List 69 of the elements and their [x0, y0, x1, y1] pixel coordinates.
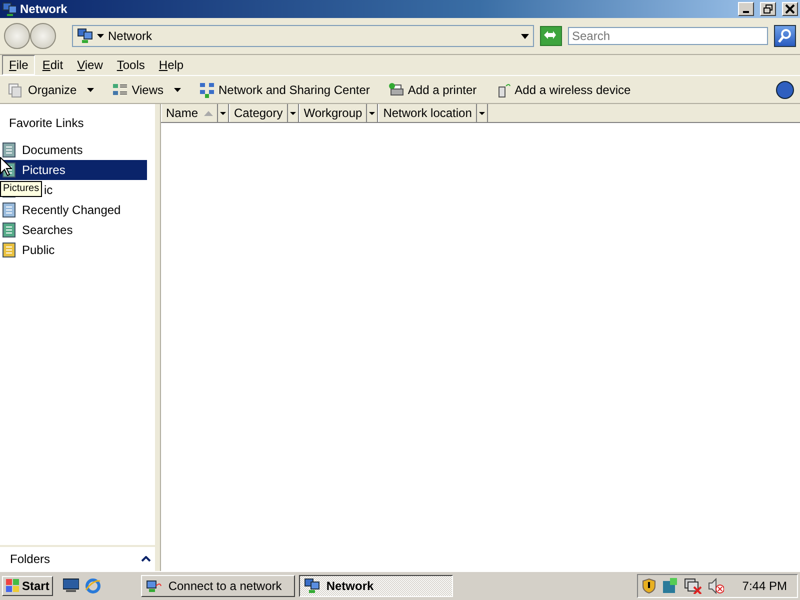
- shield-icon: [642, 578, 656, 594]
- nav-link[interactable]: Public: [0, 240, 147, 260]
- caret-icon: [174, 88, 180, 92]
- column-header[interactable]: Network location: [378, 104, 477, 122]
- caret-icon: [478, 112, 485, 114]
- network-icon: [304, 578, 320, 594]
- forward-button[interactable]: [30, 23, 56, 49]
- chevron-up-icon: [141, 556, 151, 562]
- search-field[interactable]: Search: [568, 27, 768, 45]
- toolbar-button[interactable]: Views: [110, 80, 182, 100]
- nav-link[interactable]: Searches: [0, 220, 147, 240]
- nav-link[interactable]: Documents: [0, 140, 147, 160]
- toolbar-button[interactable]: Add a printer: [386, 80, 479, 100]
- restore-button[interactable]: [760, 2, 776, 16]
- menu-item[interactable]: Tools: [110, 55, 152, 75]
- menu-item[interactable]: Help: [152, 55, 191, 75]
- caret-icon: [521, 34, 529, 38]
- column-header[interactable]: Workgroup: [298, 104, 368, 122]
- taskbar-button[interactable]: Connect to a network: [141, 575, 296, 597]
- menu-item[interactable]: File: [2, 55, 36, 75]
- column-filter-button[interactable]: [218, 104, 230, 122]
- nav-link[interactable]: Pictures: [0, 160, 147, 180]
- menu-item[interactable]: Edit: [35, 55, 70, 75]
- close-icon: [785, 4, 795, 14]
- volume-muted-icon: [708, 578, 724, 594]
- column-filter-button[interactable]: [288, 104, 299, 122]
- nav-link[interactable]: Recently Changed: [0, 200, 147, 220]
- views-icon: [112, 82, 128, 98]
- caret-icon: [220, 112, 226, 114]
- close-button[interactable]: [782, 2, 798, 16]
- printer-icon: [388, 82, 404, 98]
- section-title: Favorite Links: [8, 115, 85, 132]
- clock: 7:44 PM: [742, 579, 787, 593]
- address-field[interactable]: Network: [72, 25, 534, 47]
- toolbar-button[interactable]: Add a wireless device: [492, 80, 633, 100]
- back-button[interactable]: [4, 23, 30, 49]
- column-filter-button[interactable]: [367, 104, 378, 122]
- column-header[interactable]: Name: [161, 104, 218, 122]
- windows-logo-icon: [6, 579, 20, 593]
- network-icon: [77, 28, 93, 44]
- sort-up-icon: [204, 110, 214, 116]
- windows-update-icon: [662, 578, 678, 594]
- caret-icon: [97, 34, 104, 38]
- network-connect-icon: [146, 578, 162, 594]
- column-header[interactable]: Category: [229, 104, 288, 122]
- tooltip: Pictures: [0, 181, 42, 197]
- refresh-button[interactable]: [540, 26, 562, 46]
- search-button[interactable]: [774, 25, 796, 47]
- folders-label[interactable]: Folders: [10, 552, 141, 566]
- network-icon: [198, 82, 214, 98]
- toolbar-button[interactable]: Organize: [6, 80, 96, 100]
- network-disconnected-icon: [684, 578, 702, 594]
- taskbar-button[interactable]: Network: [299, 575, 454, 597]
- restore-icon: [763, 4, 773, 14]
- minimize-icon: [743, 11, 749, 13]
- search-icon: [777, 28, 793, 44]
- minimize-button[interactable]: [738, 2, 754, 16]
- caret-icon: [86, 88, 94, 92]
- desktop-icon[interactable]: [63, 578, 80, 592]
- browser-icon[interactable]: [85, 578, 102, 594]
- toolbar-button[interactable]: Network and Sharing Center: [196, 80, 372, 100]
- start-button[interactable]: Start: [2, 576, 54, 596]
- column-filter-button[interactable]: [476, 104, 488, 122]
- window-title: Network: [20, 2, 68, 16]
- menu-item[interactable]: View: [70, 55, 110, 75]
- caret-icon: [290, 112, 296, 114]
- pages-icon: [8, 82, 24, 98]
- caret-icon: [369, 112, 376, 114]
- network-icon: [2, 2, 16, 16]
